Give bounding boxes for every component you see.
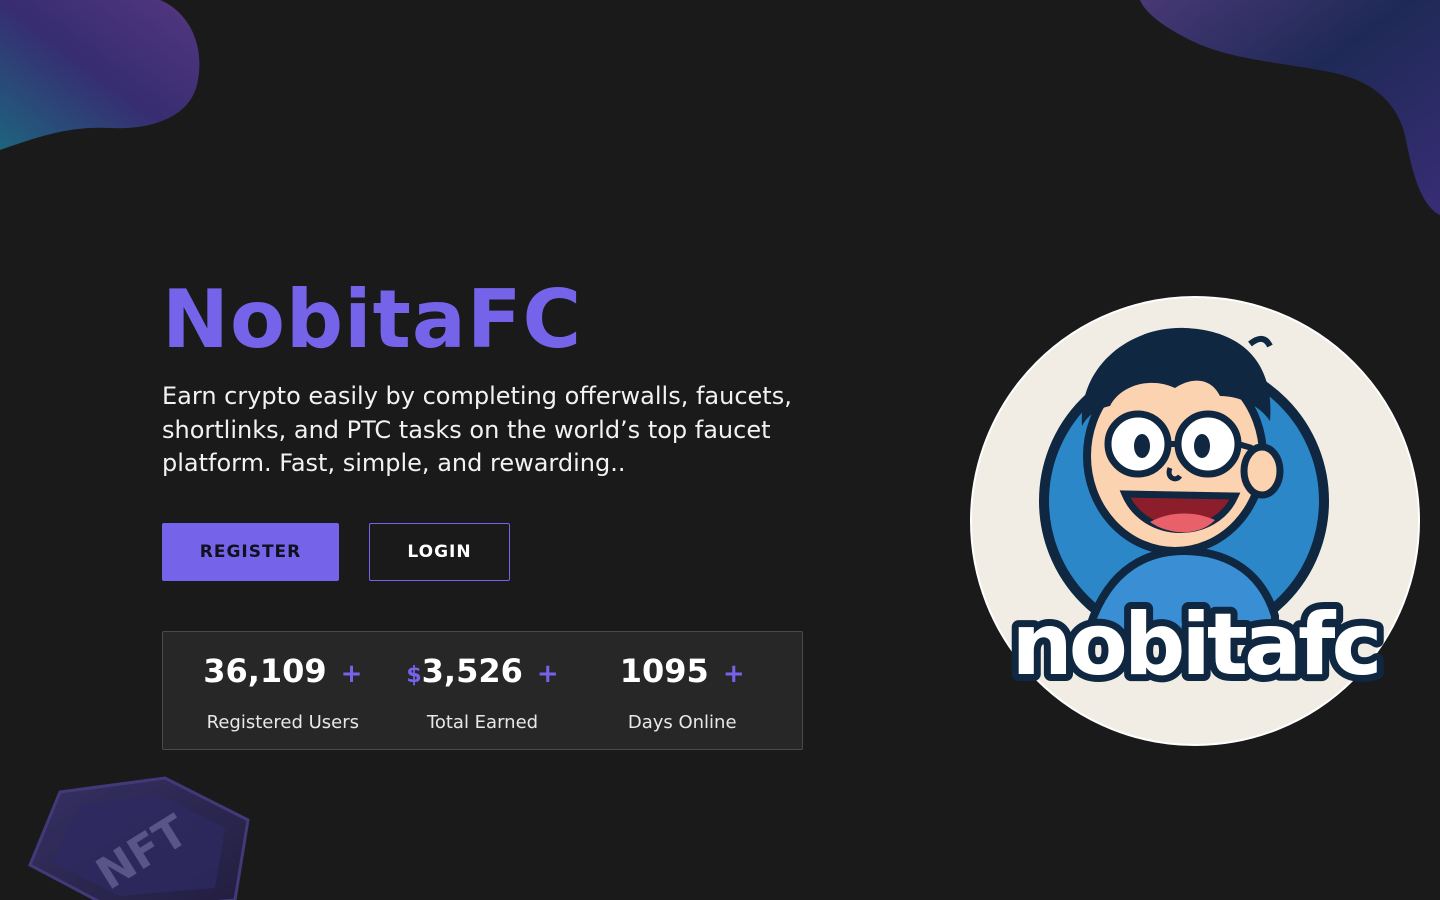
stat-days-online: 1095 + Days Online bbox=[582, 632, 782, 749]
login-button[interactable]: LOGIN bbox=[369, 523, 510, 581]
stat-label: Registered Users bbox=[206, 712, 359, 733]
stat-number: 3,526 bbox=[421, 652, 523, 690]
stat-number: 36,109 bbox=[203, 652, 327, 690]
stat-number: 1095 bbox=[619, 652, 709, 690]
stat-plus: + bbox=[722, 659, 745, 689]
hero-tagline: Earn crypto easily by completing offerwa… bbox=[162, 382, 792, 477]
hero-section: NobitaFC Earn crypto easily by completin… bbox=[162, 276, 822, 481]
landing-page: NFT NobitaFC Earn crypto easily by compl… bbox=[0, 0, 1440, 900]
stat-plus: + bbox=[340, 659, 363, 689]
decorative-blob-top-left bbox=[0, 0, 200, 150]
register-button[interactable]: REGISTER bbox=[162, 523, 339, 581]
nobitafc-logo: nobitafc nobitafc bbox=[970, 296, 1420, 746]
stat-plus: + bbox=[536, 659, 559, 689]
decorative-blob-top-right bbox=[1140, 0, 1440, 215]
stat-registered-users: 36,109 + Registered Users bbox=[183, 632, 383, 749]
stat-label: Days Online bbox=[627, 712, 737, 733]
page-title: NobitaFC bbox=[162, 273, 583, 366]
stat-value: 36,109 + bbox=[183, 652, 383, 695]
logo-wordmark: nobitafc bbox=[1012, 595, 1379, 695]
stat-label: Total Earned bbox=[426, 712, 539, 733]
stat-value: $3,526 + bbox=[383, 652, 583, 695]
nft-hexagon-decoration: NFT bbox=[28, 776, 250, 900]
stat-prefix: $ bbox=[406, 663, 422, 688]
stat-total-earned: $3,526 + Total Earned bbox=[383, 632, 583, 749]
stat-value: 1095 + bbox=[582, 652, 782, 695]
cta-buttons: REGISTER LOGIN bbox=[162, 523, 510, 581]
stats-panel: 36,109 + Registered Users $3,526 + Total E… bbox=[162, 631, 803, 750]
